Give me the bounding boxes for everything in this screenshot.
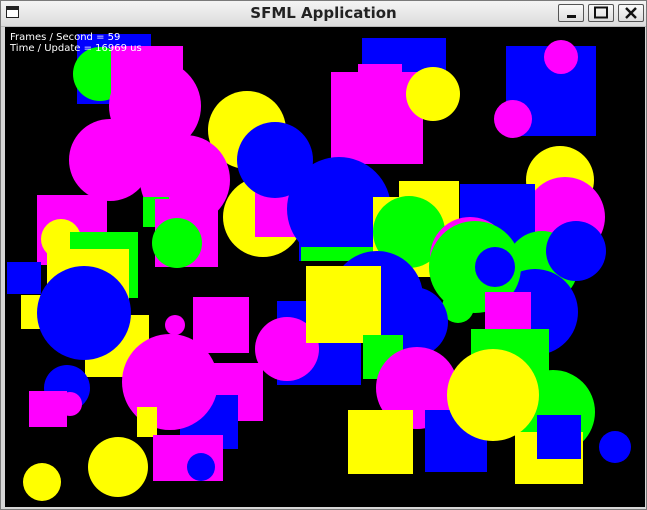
window-title: SFML Application (250, 4, 397, 22)
shape-circle (544, 40, 578, 74)
minimize-icon (567, 15, 576, 18)
maximize-button[interactable] (588, 4, 614, 22)
render-canvas[interactable]: Frames / Second = 59 Time / Update = 169… (5, 27, 645, 507)
shape-circle (165, 315, 185, 335)
shape-circle (122, 334, 218, 430)
shape-circle (475, 247, 515, 287)
title-bar[interactable]: SFML Application (1, 1, 646, 27)
shapes-scene (7, 34, 631, 501)
shape-circle (69, 119, 151, 201)
shape-circle (23, 463, 61, 501)
stats-overlay: Frames / Second = 59 Time / Update = 169… (10, 32, 142, 54)
shape-circle (88, 437, 148, 497)
maximize-icon (594, 6, 608, 19)
shape-circle (152, 218, 202, 268)
shape-square (537, 415, 581, 459)
shape-circle (187, 453, 215, 481)
shape-circle (58, 392, 82, 416)
shape-circle (546, 221, 606, 281)
shape-square (7, 262, 41, 294)
shape-square (137, 407, 157, 437)
fps-text: Frames / Second = 59 (10, 32, 121, 43)
shape-circle (599, 431, 631, 463)
shape-circle (37, 266, 131, 360)
shape-circle (447, 349, 539, 441)
shape-square (348, 410, 413, 474)
shape-square (358, 64, 402, 94)
update-time-text: Time / Update = 16969 us (10, 43, 142, 54)
shape-square (306, 266, 381, 343)
minimize-button[interactable] (558, 4, 584, 22)
shape-circle (406, 67, 460, 121)
close-icon (625, 7, 637, 19)
close-button[interactable] (618, 4, 644, 22)
app-window: SFML Application Frames / Second = 59 Ti… (0, 0, 647, 510)
shape-square (193, 297, 249, 353)
shape-circle (494, 100, 532, 138)
